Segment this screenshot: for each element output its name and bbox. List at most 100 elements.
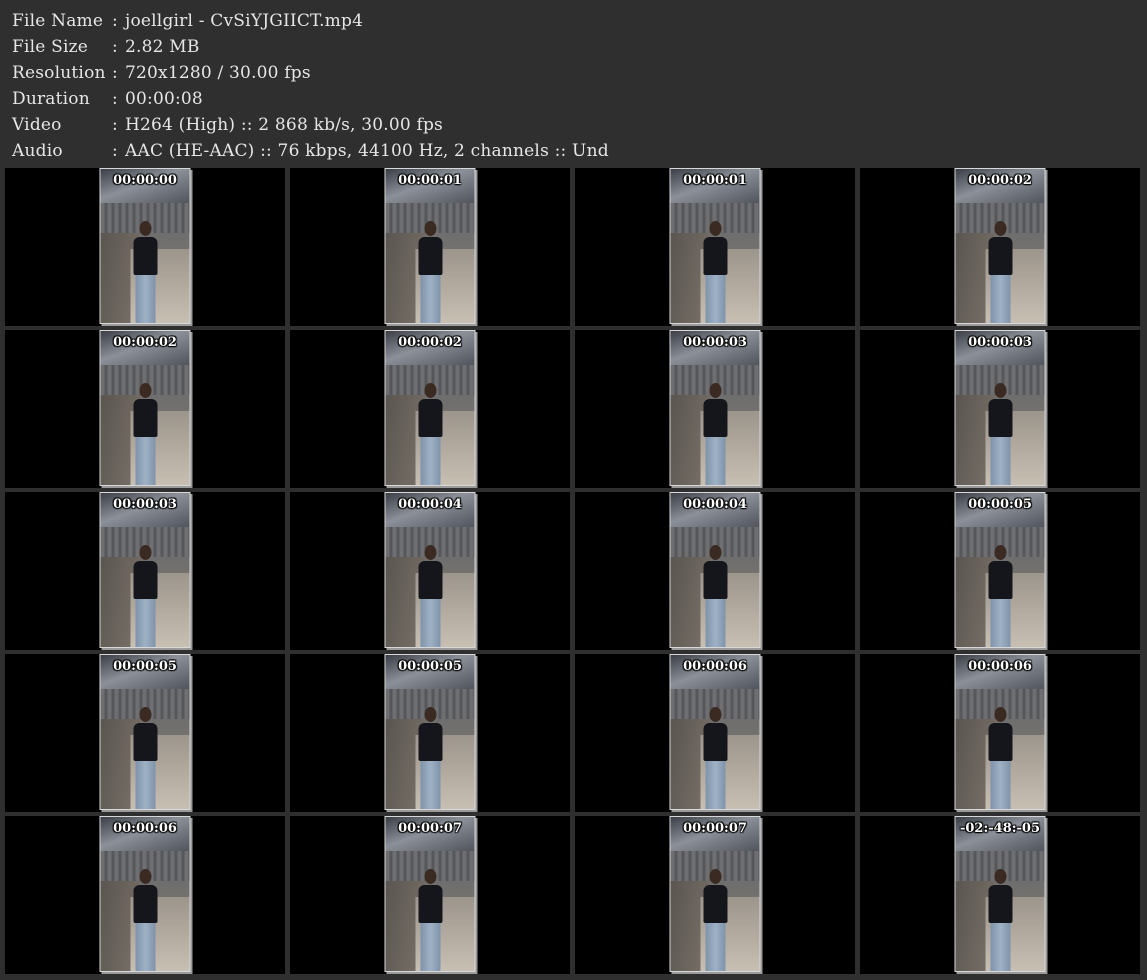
person-legs [705, 437, 726, 485]
timestamp-label: 00:00:03 [968, 335, 1032, 350]
thumbnail-cell: -02:-48:-05 [860, 816, 1140, 974]
person-figure [133, 707, 159, 809]
timestamp-label: 00:00:03 [113, 497, 177, 512]
person-legs [705, 599, 726, 647]
video-frame-thumbnail: 00:00:01 [384, 168, 476, 324]
person-torso [988, 399, 1013, 437]
person-torso [988, 237, 1013, 275]
person-legs [420, 599, 441, 647]
info-value: 00:00:08 [125, 89, 203, 109]
person-figure [418, 869, 444, 971]
thumbnail-cell: 00:00:02 [290, 330, 570, 488]
info-label: Duration [12, 89, 90, 109]
person-head [994, 221, 1007, 236]
person-torso [703, 561, 728, 599]
thumbnail-cell: 00:00:06 [575, 654, 855, 812]
person-figure [418, 707, 444, 809]
person-legs [990, 437, 1011, 485]
person-torso [418, 237, 443, 275]
person-figure [133, 869, 159, 971]
person-legs [135, 923, 156, 971]
person-head [994, 707, 1007, 722]
person-torso [703, 237, 728, 275]
person-figure [133, 383, 159, 485]
person-legs [420, 761, 441, 809]
thumbnail-cell: 00:00:03 [575, 330, 855, 488]
person-figure [703, 545, 729, 647]
thumbnail-cell: 00:00:07 [290, 816, 570, 974]
timestamp-label: 00:00:05 [113, 659, 177, 674]
info-row-file-name: File Name : joellgirl - CvSiYJGIICT.mp4 [12, 8, 609, 34]
info-separator: : [112, 37, 118, 57]
timestamp-label: 00:00:07 [683, 821, 747, 836]
video-frame-thumbnail: 00:00:05 [954, 492, 1046, 648]
person-figure [133, 545, 159, 647]
timestamp-label: 00:00:06 [113, 821, 177, 836]
video-frame-thumbnail: 00:00:03 [954, 330, 1046, 486]
info-value: 720x1280 / 30.00 fps [125, 63, 311, 83]
person-head [139, 869, 152, 884]
person-legs [135, 761, 156, 809]
person-legs [990, 599, 1011, 647]
info-separator: : [112, 89, 118, 109]
person-head [139, 707, 152, 722]
person-legs [420, 275, 441, 323]
video-frame-thumbnail: 00:00:02 [99, 330, 191, 486]
person-torso [133, 399, 158, 437]
thumbnail-cell: 00:00:04 [575, 492, 855, 650]
person-figure [703, 707, 729, 809]
timestamp-label: 00:00:01 [683, 173, 747, 188]
timestamp-label: 00:00:01 [398, 173, 462, 188]
info-value: AAC (HE-AAC) :: 76 kbps, 44100 Hz, 2 cha… [125, 141, 609, 161]
person-legs [135, 437, 156, 485]
thumbnail-cell: 00:00:02 [860, 168, 1140, 326]
person-legs [420, 437, 441, 485]
person-torso [133, 723, 158, 761]
video-frame-thumbnail: 00:00:06 [954, 654, 1046, 810]
timestamp-label: 00:00:06 [683, 659, 747, 674]
info-value: H264 (High) :: 2 868 kb/s, 30.00 fps [125, 115, 443, 135]
info-separator: : [112, 141, 118, 161]
person-legs [135, 599, 156, 647]
person-head [424, 221, 437, 236]
info-separator: : [112, 115, 118, 135]
thumbnail-cell: 00:00:01 [290, 168, 570, 326]
person-head [709, 221, 722, 236]
person-head [709, 545, 722, 560]
thumbnail-cell: 00:00:05 [290, 654, 570, 812]
info-row-duration: Duration : 00:00:08 [12, 86, 609, 112]
timestamp-label: 00:00:02 [113, 335, 177, 350]
person-torso [988, 885, 1013, 923]
thumbnail-cell: 00:00:07 [575, 816, 855, 974]
timestamp-label: 00:00:07 [398, 821, 462, 836]
video-frame-thumbnail: 00:00:03 [99, 492, 191, 648]
video-frame-thumbnail: 00:00:01 [669, 168, 761, 324]
timestamp-label: 00:00:00 [113, 173, 177, 188]
person-legs [705, 923, 726, 971]
person-legs [705, 761, 726, 809]
media-info-header: File Name : joellgirl - CvSiYJGIICT.mp4 … [12, 8, 609, 164]
person-torso [133, 885, 158, 923]
person-torso [988, 561, 1013, 599]
timestamp-label: 00:00:05 [398, 659, 462, 674]
person-head [994, 383, 1007, 398]
person-head [994, 869, 1007, 884]
thumbnail-cell: 00:00:04 [290, 492, 570, 650]
person-legs [990, 923, 1011, 971]
thumbnail-cell: 00:00:06 [5, 816, 285, 974]
video-frame-thumbnail: 00:00:07 [384, 816, 476, 972]
person-figure [988, 545, 1014, 647]
person-head [424, 707, 437, 722]
person-head [994, 545, 1007, 560]
person-torso [703, 723, 728, 761]
person-head [709, 383, 722, 398]
info-row-resolution: Resolution : 720x1280 / 30.00 fps [12, 60, 609, 86]
video-frame-thumbnail: 00:00:06 [669, 654, 761, 810]
video-frame-thumbnail: -02:-48:-05 [954, 816, 1046, 972]
video-frame-thumbnail: 00:00:02 [954, 168, 1046, 324]
info-value: joellgirl - CvSiYJGIICT.mp4 [125, 11, 364, 31]
person-figure [418, 383, 444, 485]
person-figure [133, 221, 159, 323]
person-figure [988, 383, 1014, 485]
timestamp-label: -02:-48:-05 [959, 821, 1041, 836]
